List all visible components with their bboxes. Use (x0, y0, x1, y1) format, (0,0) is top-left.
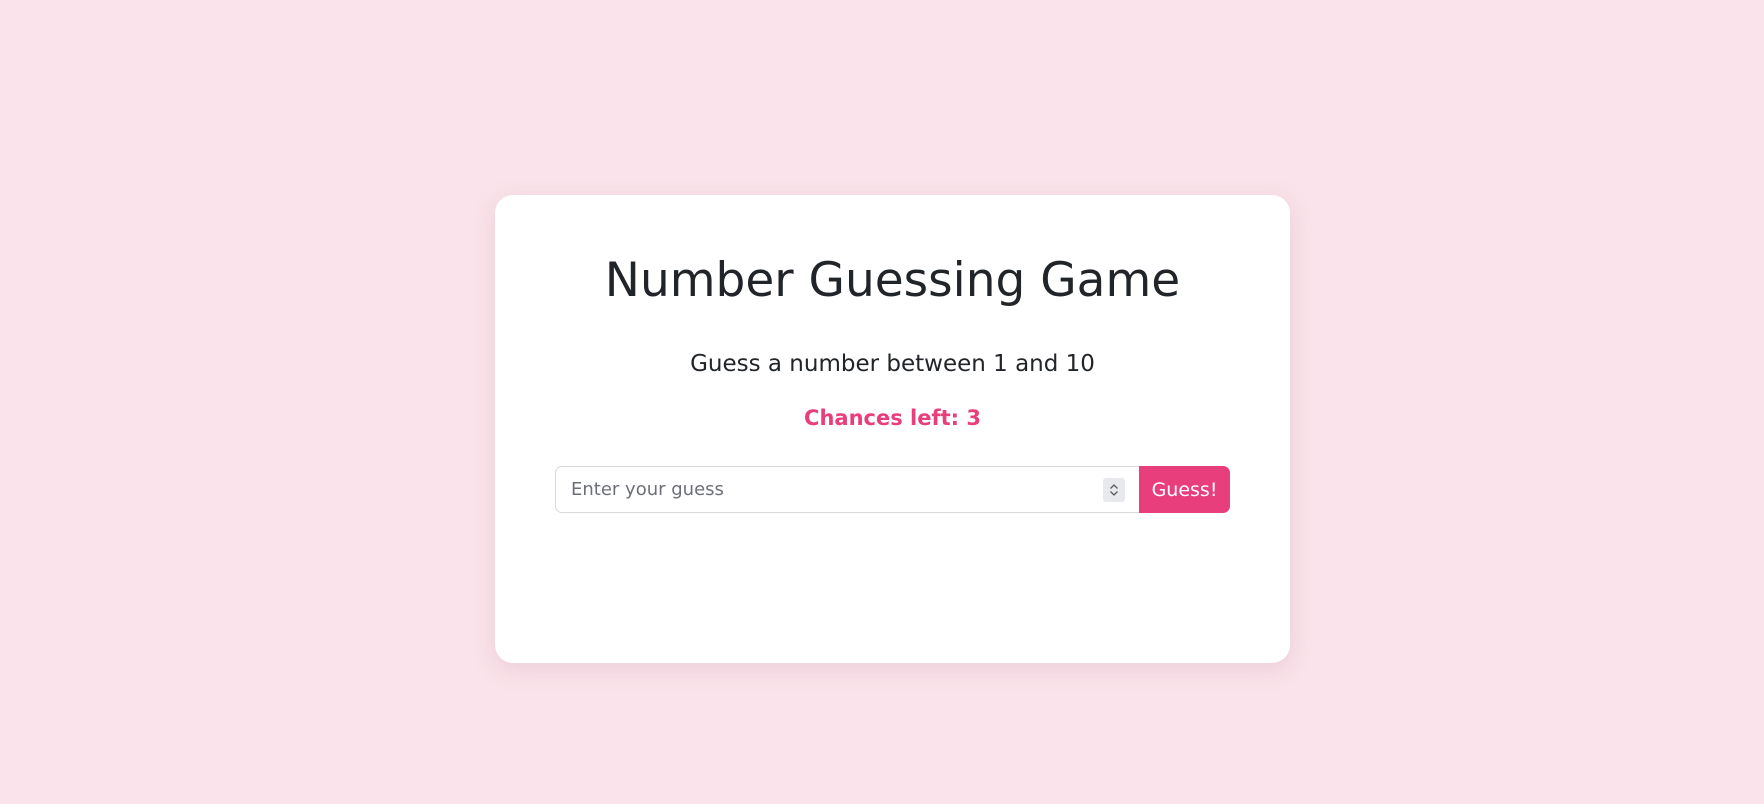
instructions-text: Guess a number between 1 and 10 (690, 351, 1095, 377)
chevron-down-icon[interactable] (1109, 490, 1119, 497)
chances-left-text: Chances left: 3 (804, 406, 981, 430)
guess-button[interactable]: Guess! (1139, 466, 1230, 513)
number-stepper[interactable] (1103, 478, 1125, 502)
guess-input-placeholder: Enter your guess (571, 479, 724, 500)
chevron-up-icon[interactable] (1109, 483, 1119, 490)
game-card: Number Guessing Game Guess a number betw… (495, 195, 1290, 663)
guess-input[interactable]: Enter your guess (555, 466, 1139, 513)
page-title: Number Guessing Game (604, 253, 1181, 308)
guess-input-group: Enter your guess Guess! (555, 466, 1230, 513)
